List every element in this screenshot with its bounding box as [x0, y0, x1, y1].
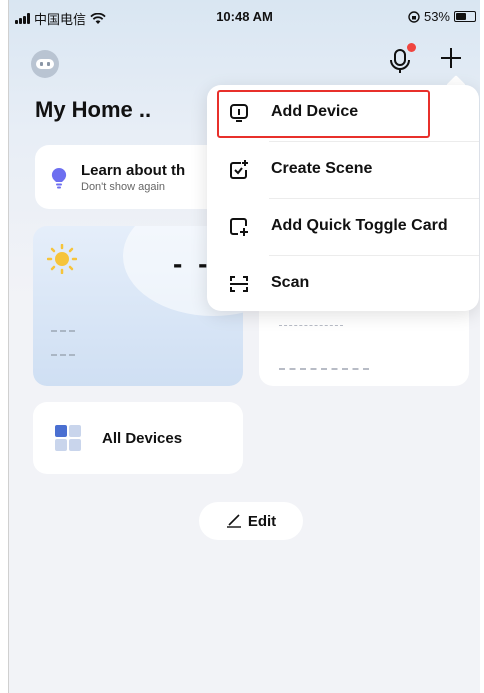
notification-dot [407, 43, 416, 52]
all-devices-label: All Devices [102, 430, 183, 447]
sun-icon [47, 244, 77, 274]
status-bar: 中国电信 10:48 AM 53% [9, 0, 480, 30]
edit-label: Edit [247, 512, 277, 530]
weather-placeholder-line [51, 330, 75, 332]
battery-icon [454, 11, 476, 22]
menu-item-scan[interactable]: Scan [207, 256, 479, 312]
menu-item-label: Add Quick Toggle Card [271, 217, 448, 234]
app-screen: 中国电信 10:48 AM 53% My Home .. Learn about… [8, 0, 480, 693]
all-devices-card[interactable]: All Devices [33, 402, 243, 474]
create-scene-icon [230, 160, 248, 179]
robot-face-icon [36, 59, 54, 69]
status-right: 53% [408, 9, 476, 24]
edit-button[interactable]: Edit [199, 502, 303, 540]
learn-card-title: Learn about th [81, 162, 186, 179]
menu-item-label: Create Scene [271, 160, 373, 177]
menu-item-add-quick-toggle-card[interactable]: Add Quick Toggle Card [207, 199, 479, 255]
weather-temperature: - - [173, 248, 212, 279]
quick-toggle-card-icon [230, 218, 248, 236]
lightbulb-icon [51, 167, 67, 189]
menu-item-create-scene[interactable]: Create Scene [207, 142, 479, 198]
plus-icon[interactable] [439, 46, 463, 70]
home-title[interactable]: My Home .. [35, 97, 151, 123]
weather-placeholder-line [51, 354, 75, 356]
battery-level [456, 13, 466, 20]
menu-item-label: Scan [271, 274, 310, 291]
orientation-lock-icon [408, 10, 420, 23]
scan-icon [230, 276, 248, 292]
avatar[interactable] [31, 50, 59, 78]
pencil-icon [226, 514, 241, 528]
microphone-icon[interactable] [389, 48, 411, 74]
battery-percent: 53% [423, 9, 450, 24]
info-placeholder-line [279, 325, 343, 326]
grid-icon [55, 425, 81, 451]
dont-show-again-link[interactable]: Don't show again [81, 181, 165, 193]
add-device-highlight [217, 90, 430, 138]
info-placeholder-line [279, 368, 369, 370]
